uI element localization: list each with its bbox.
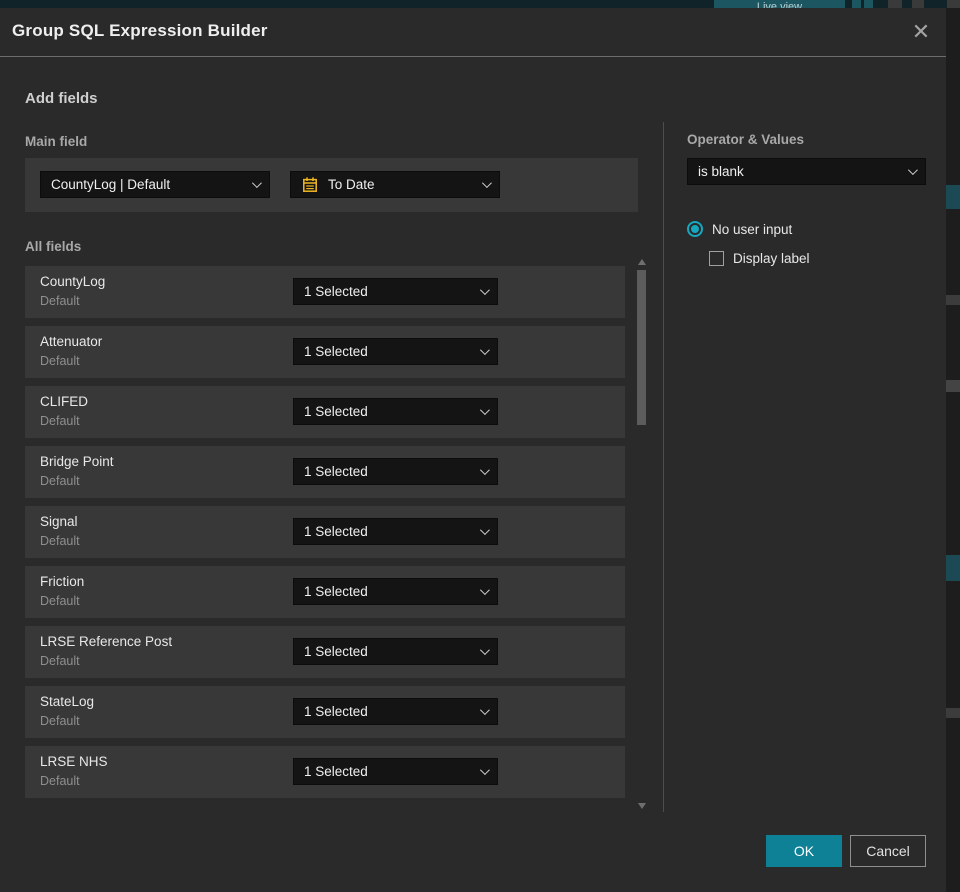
field-name: LRSE Reference Post: [40, 634, 173, 649]
field-subtitle: Default: [40, 414, 80, 428]
field-selected-dropdown[interactable]: 1 Selected: [293, 518, 498, 545]
live-view-button: Live view: [714, 0, 845, 8]
selected-count: 1 Selected: [304, 644, 368, 659]
field-selected-dropdown[interactable]: 1 Selected: [293, 398, 498, 425]
selected-count: 1 Selected: [304, 704, 368, 719]
background-fragment: [946, 295, 960, 305]
selected-count: 1 Selected: [304, 464, 368, 479]
field-type-select[interactable]: To Date: [290, 171, 500, 198]
display-label-checkbox[interactable]: Display label: [709, 251, 810, 266]
field-row-countylog: CountyLog Default 1 Selected: [25, 266, 625, 318]
background-chip: [912, 0, 924, 8]
field-row-signal: Signal Default 1 Selected: [25, 506, 625, 558]
all-fields-list: CountyLog Default 1 Selected Attenuator …: [25, 266, 625, 806]
field-row-lrse-reference-post: LRSE Reference Post Default 1 Selected: [25, 626, 625, 678]
chevron-down-icon: [481, 178, 492, 189]
field-row-friction: Friction Default 1 Selected: [25, 566, 625, 618]
field-selected-dropdown[interactable]: 1 Selected: [293, 278, 498, 305]
field-subtitle: Default: [40, 654, 80, 668]
background-app-edge: [946, 8, 960, 892]
group-sql-expression-builder-dialog: Group SQL Expression Builder ✕ Add field…: [0, 8, 946, 892]
field-name: CountyLog: [40, 274, 106, 289]
operator-select-value: is blank: [698, 164, 744, 179]
ok-button[interactable]: OK: [766, 835, 842, 867]
background-chip: [947, 0, 960, 8]
chevron-down-icon: [479, 705, 490, 716]
panel-divider: [663, 122, 664, 812]
chevron-down-icon: [907, 165, 918, 176]
field-selected-dropdown[interactable]: 1 Selected: [293, 578, 498, 605]
main-field-select[interactable]: CountyLog | Default: [40, 171, 270, 198]
field-name: Signal: [40, 514, 78, 529]
background-app-strip: Live view: [0, 0, 960, 8]
chevron-down-icon: [479, 285, 490, 296]
scrollbar-thumb[interactable]: [637, 270, 646, 425]
field-selected-dropdown[interactable]: 1 Selected: [293, 338, 498, 365]
field-row-lrse-nhs: LRSE NHS Default 1 Selected: [25, 746, 625, 798]
field-subtitle: Default: [40, 714, 80, 728]
selected-count: 1 Selected: [304, 284, 368, 299]
no-user-input-label: No user input: [712, 221, 793, 237]
display-label-label: Display label: [733, 251, 810, 266]
field-name: StateLog: [40, 694, 95, 709]
field-subtitle: Default: [40, 534, 80, 548]
field-subtitle: Default: [40, 774, 80, 788]
add-fields-heading: Add fields: [25, 90, 98, 107]
background-fragment: [946, 380, 960, 392]
operator-values-label: Operator & Values: [687, 132, 805, 147]
selected-count: 1 Selected: [304, 764, 368, 779]
field-name: CLIFED: [40, 394, 89, 409]
chevron-down-icon: [479, 765, 490, 776]
field-name: LRSE NHS: [40, 754, 108, 769]
dialog-header: Group SQL Expression Builder ✕: [0, 8, 946, 57]
selected-count: 1 Selected: [304, 524, 368, 539]
no-user-input-radio[interactable]: No user input: [687, 221, 792, 237]
selected-count: 1 Selected: [304, 404, 368, 419]
background-fragment: [946, 185, 960, 209]
field-subtitle: Default: [40, 354, 80, 368]
field-row-statelog: StateLog Default 1 Selected: [25, 686, 625, 738]
chevron-down-icon: [479, 465, 490, 476]
calendar-to-date-icon: [301, 176, 319, 194]
radio-icon: [687, 221, 703, 237]
selected-count: 1 Selected: [304, 344, 368, 359]
field-row-bridge-point: Bridge Point Default 1 Selected: [25, 446, 625, 498]
field-row-attenuator: Attenuator Default 1 Selected: [25, 326, 625, 378]
scrollbar-down-arrow-icon[interactable]: [637, 802, 647, 810]
all-fields-label: All fields: [25, 239, 82, 254]
chevron-down-icon: [479, 345, 490, 356]
checkbox-icon: [709, 251, 724, 266]
field-name: Friction: [40, 574, 85, 589]
field-selected-dropdown[interactable]: 1 Selected: [293, 458, 498, 485]
chevron-down-icon: [479, 645, 490, 656]
field-selected-dropdown[interactable]: 1 Selected: [293, 758, 498, 785]
field-row-clifed: CLIFED Default 1 Selected: [25, 386, 625, 438]
background-chip: [852, 0, 861, 8]
main-field-select-value: CountyLog | Default: [51, 177, 171, 192]
selected-count: 1 Selected: [304, 584, 368, 599]
chevron-down-icon: [479, 585, 490, 596]
background-fragment: [946, 708, 960, 718]
chevron-down-icon: [251, 178, 262, 189]
background-chip: [888, 0, 902, 8]
main-field-label: Main field: [25, 134, 88, 149]
field-selected-dropdown[interactable]: 1 Selected: [293, 698, 498, 725]
background-fragment: [946, 555, 960, 581]
field-type-select-value: To Date: [328, 177, 375, 192]
field-subtitle: Default: [40, 594, 80, 608]
dialog-title: Group SQL Expression Builder: [12, 21, 268, 40]
field-name: Attenuator: [40, 334, 103, 349]
background-chip: [864, 0, 873, 8]
field-name: Bridge Point: [40, 454, 114, 469]
chevron-down-icon: [479, 405, 490, 416]
field-subtitle: Default: [40, 474, 80, 488]
main-field-container: CountyLog | Default To Date: [25, 158, 638, 212]
close-icon[interactable]: ✕: [908, 19, 934, 45]
cancel-button[interactable]: Cancel: [850, 835, 926, 867]
scrollbar-up-arrow-icon[interactable]: [637, 258, 647, 266]
field-subtitle: Default: [40, 294, 80, 308]
field-selected-dropdown[interactable]: 1 Selected: [293, 638, 498, 665]
operator-select[interactable]: is blank: [687, 158, 926, 185]
chevron-down-icon: [479, 525, 490, 536]
